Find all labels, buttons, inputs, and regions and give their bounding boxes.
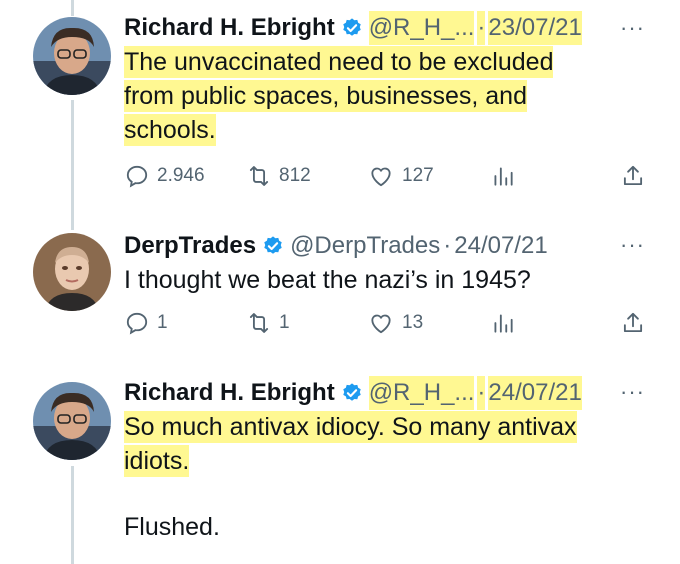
more-dots-icon[interactable]: ··· <box>620 232 645 258</box>
tweet-text-line: Flushed. <box>124 513 220 541</box>
reply-icon <box>126 165 148 188</box>
like-button[interactable]: 13 <box>367 310 423 336</box>
like-count: 127 <box>402 165 434 186</box>
retweet-count: 812 <box>279 165 311 186</box>
tweet-date[interactable]: 24/07/21 <box>488 376 582 410</box>
retweet-icon <box>249 313 269 333</box>
tweet-actions: 1 1 13 <box>124 310 644 340</box>
tweet-header: DerpTrades @DerpTrades · 24/07/21 <box>124 231 634 261</box>
tweet-actions: 2.946 812 127 <box>124 163 644 193</box>
tweet-text: So much antivax idiocy. So many antivax … <box>124 410 634 544</box>
retweet-count: 1 <box>279 312 290 333</box>
heart-icon <box>371 167 391 187</box>
author-name[interactable]: Richard H. Ebright <box>124 13 335 43</box>
views-button[interactable] <box>490 310 516 336</box>
share-button[interactable] <box>620 310 646 336</box>
retweet-button[interactable]: 1 <box>246 310 290 336</box>
tweet-header: Richard H. Ebright @R_H_... · 24/07/21 <box>124 376 634 410</box>
share-button[interactable] <box>620 163 646 189</box>
share-icon <box>623 312 643 333</box>
reply-icon <box>126 312 148 335</box>
like-button[interactable]: 127 <box>367 163 434 189</box>
author-handle[interactable]: @R_H_... <box>368 376 475 410</box>
reply-button[interactable]: 2.946 <box>124 163 205 189</box>
avatar-richard-ebright[interactable] <box>33 382 111 460</box>
tweet-text-line: I thought we beat the nazi’s in 1945? <box>124 266 531 294</box>
tweet-header: Richard H. Ebright @R_H_... · 23/07/21 <box>124 11 634 45</box>
retweet-button[interactable]: 812 <box>246 163 311 189</box>
separator-dot: · <box>477 376 486 410</box>
more-dots-icon[interactable]: ··· <box>620 379 645 405</box>
reply-count: 2.946 <box>157 165 205 186</box>
tweet-text-line: idiots. <box>124 445 190 477</box>
verified-badge-icon <box>264 236 282 254</box>
tweet-3[interactable]: Richard H. Ebright @R_H_... · 24/07/21 S… <box>0 370 680 564</box>
tweet-date[interactable]: 23/07/21 <box>488 11 582 45</box>
heart-icon <box>371 314 391 334</box>
analytics-icon <box>494 167 513 186</box>
tweet-text-line: from public spaces, businesses, and <box>124 80 527 112</box>
retweet-icon <box>249 166 269 186</box>
author-handle[interactable]: @DerpTrades <box>290 231 440 261</box>
verified-badge-icon <box>342 18 361 36</box>
verified-badge-icon <box>342 383 361 401</box>
tweet-date[interactable]: 24/07/21 <box>454 231 547 261</box>
more-dots-icon[interactable]: ··· <box>620 15 645 41</box>
separator-dot: · <box>443 232 452 259</box>
author-handle[interactable]: @R_H_... <box>368 11 475 45</box>
tweet-text-line: The unvaccinated need to be excluded <box>124 46 554 78</box>
like-count: 13 <box>402 312 424 333</box>
views-button[interactable] <box>490 163 516 189</box>
avatar-richard-ebright[interactable] <box>33 17 111 95</box>
reply-count: 1 <box>157 312 168 333</box>
tweet-2[interactable]: DerpTrades @DerpTrades · 24/07/21 I thou… <box>0 220 680 360</box>
tweet-1[interactable]: Richard H. Ebright @R_H_... · 23/07/21 T… <box>0 0 680 205</box>
tweet-text: The unvaccinated need to be excluded fro… <box>124 45 634 147</box>
author-name[interactable]: DerpTrades <box>124 231 256 261</box>
tweet-text: I thought we beat the nazi’s in 1945? <box>124 263 634 297</box>
tweet-text-line: So much antivax idiocy. So many antivax <box>124 411 577 443</box>
separator-dot: · <box>477 11 486 45</box>
share-icon <box>623 165 643 186</box>
tweet-text-line: schools. <box>124 114 216 146</box>
analytics-icon <box>494 314 513 333</box>
author-name[interactable]: Richard H. Ebright <box>124 378 335 408</box>
avatar-derptrades[interactable] <box>33 233 111 311</box>
reply-button[interactable]: 1 <box>124 310 168 336</box>
